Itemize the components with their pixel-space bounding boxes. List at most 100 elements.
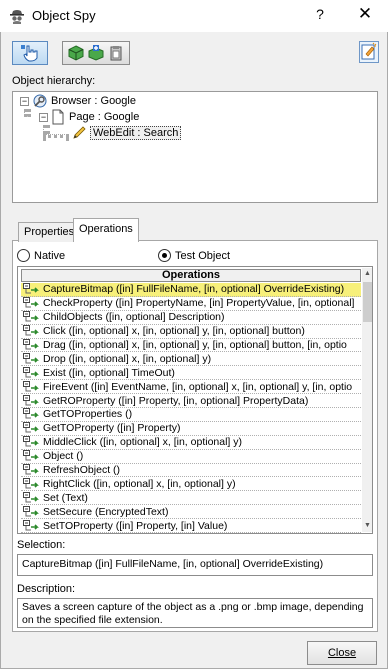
operation-icon: [23, 394, 39, 406]
pointing-hand-icon: [21, 45, 38, 62]
operation-label: Set (Text): [43, 491, 88, 504]
operation-label: FireEvent ([in] EventName, [in, optional…: [43, 380, 353, 393]
operation-label: GetROProperty ([in] Property, [in, optio…: [43, 394, 309, 407]
operation-icon: [23, 422, 39, 433]
operation-label: Object (): [43, 450, 84, 463]
operation-icon: [23, 450, 39, 461]
tree-node-label: WebEdit : Search: [90, 126, 182, 140]
selection-field[interactable]: CaptureBitmap ([in] FullFileName, [in, o…: [17, 554, 373, 576]
operation-label: MiddleClick ([in, optional] x, [in, opti…: [43, 436, 243, 449]
highlight-in-application-button[interactable]: [359, 41, 379, 63]
operation-row[interactable]: RefreshObject (): [21, 464, 361, 478]
collapse-toggle[interactable]: −: [20, 96, 29, 106]
test-object-radio-label: Test Object: [175, 249, 231, 262]
pencil-edit-icon: [73, 126, 86, 139]
operation-label: ChildObjects ([in, optional] Description…: [43, 311, 225, 324]
operation-row[interactable]: SetTOProperty ([in] Property, [in] Value…: [21, 519, 361, 533]
operation-icon: [23, 325, 39, 336]
operation-row[interactable]: MiddleClick ([in, optional] x, [in, opti…: [21, 436, 361, 450]
add-all-objects-icon[interactable]: [88, 45, 104, 61]
collapse-toggle[interactable]: −: [39, 112, 48, 122]
operation-label: CheckProperty ([in] PropertyName, [in] P…: [43, 297, 355, 310]
operation-row[interactable]: ChildObjects ([in, optional] Description…: [21, 311, 361, 325]
operation-icon: [23, 311, 39, 322]
operation-label: SetSecure (EncryptedText): [43, 505, 169, 518]
operation-row[interactable]: GetTOProperties (): [21, 408, 361, 422]
operation-row[interactable]: Drag ([in, optional] x, [in, optional] y…: [21, 339, 361, 353]
operation-icon: [23, 505, 39, 517]
operation-label: Exist ([in, optional] TimeOut): [43, 366, 175, 379]
operation-row[interactable]: CaptureBitmap ([in] FullFileName, [in, o…: [21, 283, 361, 297]
copy-clipboard-icon[interactable]: [108, 45, 124, 61]
browser-icon: [33, 94, 47, 108]
operation-label: Drop ([in, optional] x, [in, optional] y…: [43, 352, 212, 365]
operation-icon: [23, 519, 39, 531]
tree-connector: [43, 125, 47, 134]
add-object-icon[interactable]: [68, 45, 84, 61]
operation-icon: [23, 283, 39, 294]
scroll-down-arrow-icon[interactable]: ▼: [362, 520, 372, 532]
tree-node-page[interactable]: − Page : Google: [39, 109, 139, 125]
tree-node-label: Page : Google: [69, 111, 140, 123]
operation-label: CaptureBitmap ([in] FullFileName, [in, o…: [43, 283, 345, 296]
operation-row[interactable]: Drop ([in, optional] x, [in, optional] y…: [21, 352, 361, 367]
operation-label: GetTOProperty ([in] Property): [43, 422, 181, 435]
operation-label: Click ([in, optional] x, [in, optional] …: [43, 325, 305, 338]
tree-node-browser[interactable]: − Browser : Google: [20, 93, 136, 109]
operation-row[interactable]: Click ([in, optional] x, [in, optional] …: [21, 325, 361, 339]
description-label: Description:: [17, 583, 76, 595]
help-button[interactable]: ?: [308, 6, 332, 26]
window-title: Object Spy: [32, 8, 96, 23]
tree-node-label: Browser : Google: [51, 95, 136, 107]
radio-circle: [17, 249, 30, 262]
native-radio[interactable]: Native: [17, 249, 65, 262]
operations-column-header[interactable]: Operations: [21, 269, 361, 282]
operation-label: RefreshObject (): [43, 464, 121, 477]
operation-icon: [23, 464, 39, 475]
operation-icon: [23, 297, 39, 308]
operation-icon: [23, 366, 39, 378]
operation-row[interactable]: GetTOProperty ([in] Property): [21, 422, 361, 436]
spy-icon: [10, 10, 24, 24]
operations-scrollbar[interactable]: ▲ ▼: [362, 268, 372, 532]
operation-label: RightClick ([in, optional] x, [in, optio…: [43, 477, 236, 490]
window-close-button[interactable]: ✕: [350, 4, 380, 26]
operation-icon: [23, 477, 39, 489]
operation-icon: [23, 339, 39, 350]
operations-list[interactable]: Operations CaptureBitmap ([in] FullFileN…: [17, 266, 373, 534]
operation-icon: [23, 491, 39, 503]
object-hierarchy-tree[interactable]: − Browser : Google − Page : Google WebEd…: [12, 91, 378, 203]
operation-icon: [23, 380, 39, 392]
operation-icon: [23, 408, 39, 419]
tree-node-webedit[interactable]: WebEdit : Search: [71, 125, 182, 141]
operation-row[interactable]: Object (): [21, 450, 361, 464]
operation-row[interactable]: FireEvent ([in] EventName, [in, optional…: [21, 380, 361, 395]
page-icon: [52, 109, 64, 125]
operation-icon: [23, 436, 39, 447]
scroll-thumb[interactable]: [363, 282, 372, 322]
radio-circle-selected: [158, 249, 171, 262]
operation-label: GetTOProperties (): [43, 408, 133, 421]
tab-operations[interactable]: Operations: [73, 218, 139, 242]
operation-row[interactable]: Exist ([in, optional] TimeOut): [21, 366, 361, 381]
operation-icon: [23, 352, 39, 364]
selection-label: Selection:: [17, 539, 66, 551]
object-hierarchy-label: Object hierarchy:: [12, 75, 96, 87]
operation-label: SetTOProperty ([in] Property, [in] Value…: [43, 519, 228, 532]
operation-row[interactable]: GetROProperty ([in] Property, [in, optio…: [21, 394, 361, 409]
operation-row[interactable]: RightClick ([in, optional] x, [in, optio…: [21, 477, 361, 492]
description-field: Saves a screen capture of the object as …: [17, 598, 373, 628]
tab-properties[interactable]: Properties: [18, 222, 81, 242]
scroll-up-arrow-icon[interactable]: ▲: [362, 268, 372, 280]
close-button[interactable]: Close: [307, 641, 377, 665]
operation-row[interactable]: CheckProperty ([in] PropertyName, [in] P…: [21, 297, 361, 311]
operations-rows: CaptureBitmap ([in] FullFileName, [in, o…: [21, 283, 361, 533]
operation-label: Drag ([in, optional] x, [in, optional] y…: [43, 339, 347, 351]
object-repository-toolbar: [62, 41, 130, 65]
operation-row[interactable]: SetSecure (EncryptedText): [21, 505, 361, 520]
highlight-icon: [361, 42, 377, 60]
spy-pointer-button[interactable]: [12, 41, 48, 65]
operation-row[interactable]: Set (Text): [21, 491, 361, 506]
tree-connector: [43, 134, 69, 138]
test-object-radio[interactable]: Test Object: [158, 249, 230, 262]
